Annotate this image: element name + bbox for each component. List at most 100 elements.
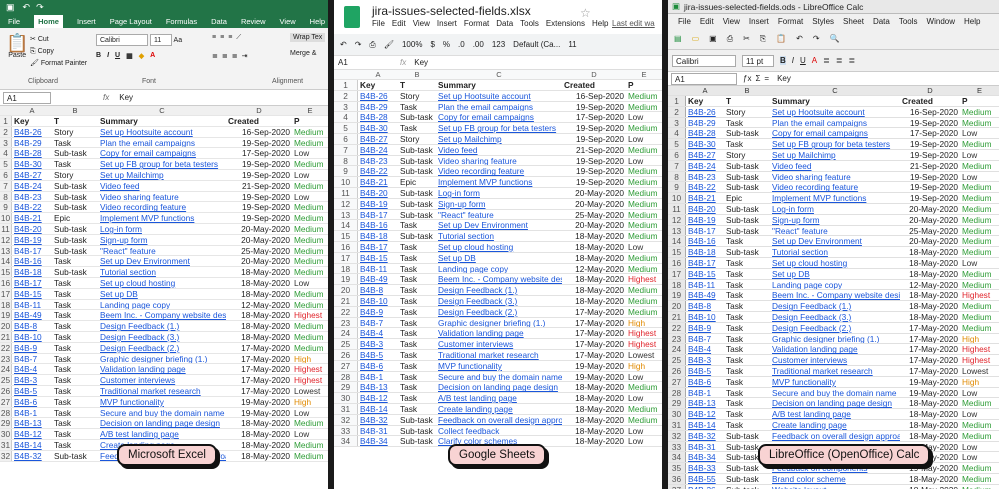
- key-cell[interactable]: B4B-14: [358, 404, 398, 414]
- menu-item-insert[interactable]: Insert: [749, 17, 769, 26]
- key-cell[interactable]: B4B-29: [358, 102, 398, 112]
- priority-cell[interactable]: Medium: [292, 224, 328, 234]
- priority-cell[interactable]: Medium: [292, 138, 328, 148]
- row-number[interactable]: 16: [334, 241, 358, 252]
- font-size-dropdown[interactable]: 11: [149, 34, 172, 46]
- priority-cell[interactable]: Medium: [960, 118, 999, 128]
- key-cell[interactable]: B4B-32: [358, 415, 398, 425]
- font-name-dropdown[interactable]: Calibri: [672, 54, 736, 67]
- priority-cell[interactable]: Medium: [292, 418, 328, 428]
- created-cell[interactable]: 18-May-2020: [226, 278, 292, 288]
- created-cell[interactable]: 17-Sep-2020: [562, 112, 626, 122]
- type-cell[interactable]: Task: [52, 386, 98, 396]
- key-cell[interactable]: B4B-14: [12, 440, 52, 450]
- function-wizard-icon[interactable]: ƒx: [743, 74, 751, 83]
- summary-cell[interactable]: Implement MVP functions: [770, 193, 900, 203]
- priority-cell[interactable]: P: [960, 96, 999, 106]
- type-cell[interactable]: Task: [724, 409, 770, 419]
- align-right-icon[interactable]: ≣: [849, 56, 856, 65]
- zoom-dropdown[interactable]: 100%: [402, 40, 422, 49]
- type-cell[interactable]: Sub-task: [724, 204, 770, 214]
- created-cell[interactable]: 17-May-2020: [900, 355, 960, 365]
- row-number[interactable]: 32: [334, 414, 358, 425]
- priority-cell[interactable]: Medium: [960, 226, 999, 236]
- menu-item-file[interactable]: File: [372, 19, 385, 28]
- summary-cell[interactable]: Validation landing page: [436, 328, 562, 338]
- key-cell[interactable]: B4B-3: [358, 339, 398, 349]
- type-cell[interactable]: Task: [52, 440, 98, 450]
- priority-cell[interactable]: Low: [292, 170, 328, 180]
- type-cell[interactable]: Task: [52, 310, 98, 320]
- font-name-dropdown[interactable]: Calibri: [96, 34, 148, 46]
- summary-cell[interactable]: Landing page copy: [98, 300, 226, 310]
- type-cell[interactable]: Task: [52, 429, 98, 439]
- name-box[interactable]: A1: [334, 58, 370, 67]
- priority-cell[interactable]: High: [960, 377, 999, 387]
- menu-item-tools[interactable]: Tools: [899, 17, 918, 26]
- summary-cell[interactable]: Summary: [436, 80, 562, 90]
- menu-item-view[interactable]: View: [280, 17, 296, 26]
- key-cell[interactable]: B4B-32: [12, 451, 52, 461]
- row-number[interactable]: 34: [334, 436, 358, 447]
- key-cell[interactable]: B4B-12: [12, 429, 52, 439]
- created-cell[interactable]: 12-May-2020: [562, 264, 626, 274]
- type-cell[interactable]: Sub-task: [52, 148, 98, 158]
- key-cell[interactable]: B4B-6: [686, 377, 724, 387]
- priority-cell[interactable]: Medium: [626, 145, 662, 155]
- star-icon[interactable]: ☆: [580, 6, 591, 20]
- priority-cell[interactable]: Low: [960, 442, 999, 452]
- summary-cell[interactable]: Design Feedback (1.): [770, 301, 900, 311]
- key-cell[interactable]: Key: [12, 116, 52, 126]
- column-header-D[interactable]: D: [562, 70, 626, 79]
- undo-icon[interactable]: ↶: [23, 2, 31, 13]
- type-cell[interactable]: Task: [52, 278, 98, 288]
- key-cell[interactable]: B4B-3: [686, 355, 724, 365]
- summary-cell[interactable]: Decision on landing page design: [770, 398, 900, 408]
- created-cell[interactable]: 18-May-2020: [562, 415, 626, 425]
- created-cell[interactable]: 18-May-2020: [562, 253, 626, 263]
- name-box[interactable]: A1: [3, 91, 51, 104]
- created-cell[interactable]: 16-Sep-2020: [900, 107, 960, 117]
- key-cell[interactable]: B4B-16: [686, 236, 724, 246]
- type-cell[interactable]: Sub-task: [398, 231, 436, 241]
- summary-cell[interactable]: Video feed: [770, 161, 900, 171]
- type-cell[interactable]: Task: [724, 420, 770, 430]
- created-cell[interactable]: 17-May-2020: [900, 366, 960, 376]
- equals-icon[interactable]: =: [764, 74, 769, 83]
- summary-cell[interactable]: Tutorial section: [436, 231, 562, 241]
- summary-cell[interactable]: Customer interviews: [98, 375, 226, 385]
- key-cell[interactable]: B4B-10: [686, 312, 724, 322]
- type-cell[interactable]: Task: [724, 344, 770, 354]
- sum-icon[interactable]: Σ: [755, 74, 760, 83]
- number-format-dropdown[interactable]: 123: [492, 40, 505, 49]
- row-number[interactable]: 30: [668, 409, 686, 419]
- summary-cell[interactable]: Set up Mailchimp: [98, 170, 226, 180]
- key-cell[interactable]: B4B-17: [686, 226, 724, 236]
- priority-cell[interactable]: Highest: [626, 339, 662, 349]
- summary-cell[interactable]: Set up DB: [436, 253, 562, 263]
- row-number[interactable]: 23: [0, 353, 12, 364]
- menu-item-help[interactable]: Help: [964, 17, 980, 26]
- created-cell[interactable]: 19-May-2020: [562, 372, 626, 382]
- priority-cell[interactable]: Medium: [292, 267, 328, 277]
- key-cell[interactable]: B4B-13: [686, 398, 724, 408]
- created-cell[interactable]: 19-Sep-2020: [226, 202, 292, 212]
- menu-item-format[interactable]: Format: [778, 17, 803, 26]
- created-cell[interactable]: 18-May-2020: [900, 258, 960, 268]
- priority-cell[interactable]: Medium: [960, 269, 999, 279]
- type-cell[interactable]: Sub-task: [724, 128, 770, 138]
- formula-input[interactable]: Key: [414, 58, 428, 67]
- type-cell[interactable]: Task: [52, 397, 98, 407]
- priority-cell[interactable]: Medium: [626, 91, 662, 101]
- priority-cell[interactable]: Medium: [960, 139, 999, 149]
- priority-cell[interactable]: Medium: [960, 323, 999, 333]
- created-cell[interactable]: 20-May-2020: [226, 256, 292, 266]
- row-number[interactable]: 29: [334, 382, 358, 393]
- created-cell[interactable]: 25-May-2020: [226, 246, 292, 256]
- type-cell[interactable]: Task: [398, 361, 436, 371]
- type-cell[interactable]: Sub-task: [724, 226, 770, 236]
- summary-cell[interactable]: Decision on landing page design: [98, 418, 226, 428]
- key-cell[interactable]: B4B-10: [358, 296, 398, 306]
- underline-button[interactable]: U: [115, 52, 120, 60]
- priority-cell[interactable]: Medium: [960, 312, 999, 322]
